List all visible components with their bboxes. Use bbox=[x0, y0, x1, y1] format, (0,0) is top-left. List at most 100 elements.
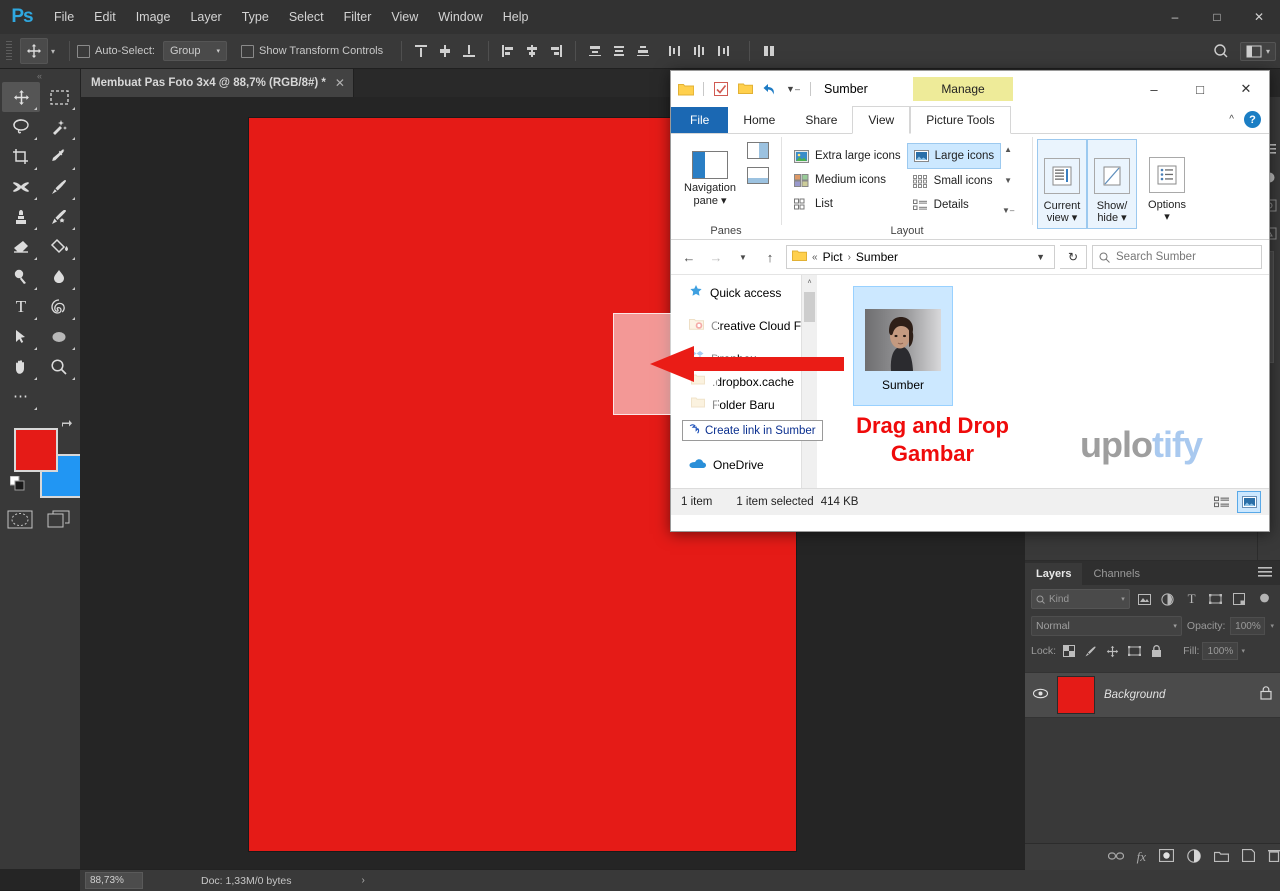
chevron-down-icon[interactable]: ▼ bbox=[1036, 252, 1049, 262]
search-icon[interactable] bbox=[1206, 38, 1236, 64]
show-hide-button[interactable]: Show/ hide ▾ bbox=[1087, 139, 1137, 229]
menu-help[interactable]: Help bbox=[493, 0, 539, 34]
fill-value[interactable]: 100% bbox=[1202, 642, 1239, 660]
ribbon-tab-view[interactable]: View bbox=[852, 106, 911, 134]
layout-large-icons[interactable]: Large icons bbox=[906, 143, 1002, 169]
explorer-maximize-button[interactable]: □ bbox=[1177, 71, 1223, 107]
zoom-level-field[interactable]: 88,73% bbox=[85, 872, 143, 889]
distribute-top-edges-icon[interactable] bbox=[584, 40, 606, 62]
layout-details[interactable]: Details bbox=[907, 193, 1001, 217]
distribute-horizontal-centers-icon[interactable] bbox=[688, 40, 710, 62]
auto-select-checkbox[interactable] bbox=[77, 44, 91, 58]
chevron-up-icon[interactable]: ^ bbox=[1229, 114, 1234, 125]
back-arrow-icon[interactable]: ← bbox=[678, 246, 700, 268]
new-layer-icon[interactable] bbox=[1241, 848, 1256, 865]
ribbon-tab-picture-tools[interactable]: Picture Tools bbox=[910, 106, 1011, 134]
nav-item-quick-access[interactable]: Quick access bbox=[671, 281, 817, 304]
navigation-pane-scrollbar[interactable]: ˄ ˅ bbox=[801, 275, 817, 515]
menu-window[interactable]: Window bbox=[428, 0, 492, 34]
scroll-up-icon[interactable]: ˄ bbox=[802, 275, 817, 290]
align-bottom-edges-icon[interactable] bbox=[458, 40, 480, 62]
lock-transparent-pixels-icon[interactable] bbox=[1059, 642, 1078, 660]
nav-item-onedrive[interactable]: OneDrive bbox=[671, 453, 817, 476]
undo-icon[interactable] bbox=[760, 80, 778, 98]
link-layers-icon[interactable] bbox=[1107, 850, 1124, 864]
current-view-button[interactable]: Current view ▾ bbox=[1037, 139, 1087, 229]
large-icons-view-icon[interactable] bbox=[1237, 491, 1261, 513]
navigation-pane-button[interactable]: Navigation pane ▾ bbox=[676, 139, 744, 219]
opacity-value[interactable]: 100% bbox=[1230, 617, 1266, 635]
distribute-left-edges-icon[interactable] bbox=[664, 40, 686, 62]
screen-mode-icon[interactable] bbox=[47, 510, 73, 534]
lock-icon[interactable] bbox=[1260, 685, 1272, 705]
move-tool[interactable] bbox=[2, 82, 40, 112]
zoom-tool[interactable] bbox=[40, 352, 78, 382]
layer-style-fx-icon[interactable]: fx bbox=[1137, 849, 1146, 865]
layer-name[interactable]: Background bbox=[1104, 689, 1251, 701]
align-left-edges-icon[interactable] bbox=[497, 40, 519, 62]
lock-all-icon[interactable] bbox=[1147, 642, 1166, 660]
edit-toolbar-more[interactable]: ⋯ bbox=[2, 382, 40, 412]
fill-slider-chevron-icon[interactable]: ▾ bbox=[1241, 647, 1245, 655]
blend-mode-dropdown[interactable]: Normal ▾ bbox=[1031, 616, 1182, 636]
healing-brush-tool[interactable] bbox=[2, 172, 40, 202]
path-selection-tool[interactable] bbox=[2, 322, 40, 352]
eraser-tool[interactable] bbox=[2, 232, 40, 262]
new-folder-icon[interactable] bbox=[736, 80, 754, 98]
layout-extra-large-icons[interactable]: Extra large icons bbox=[788, 144, 907, 168]
menu-type[interactable]: Type bbox=[232, 0, 279, 34]
dodge-tool[interactable] bbox=[2, 262, 40, 292]
menu-select[interactable]: Select bbox=[279, 0, 334, 34]
options-button[interactable]: Options ▾ bbox=[1141, 139, 1193, 227]
align-right-edges-icon[interactable] bbox=[545, 40, 567, 62]
rectangular-marquee-tool[interactable] bbox=[40, 82, 78, 112]
filter-smart-object-icon[interactable] bbox=[1230, 590, 1249, 608]
new-adjustment-layer-icon[interactable] bbox=[1187, 848, 1201, 866]
toolbox-collapse-icon[interactable]: « bbox=[0, 69, 80, 82]
ribbon-tab-share[interactable]: Share bbox=[790, 107, 852, 133]
gallery-scroll-down-icon[interactable]: ▼ bbox=[1004, 176, 1012, 185]
details-view-icon[interactable] bbox=[1211, 492, 1233, 512]
quick-mask-mode-icon[interactable] bbox=[7, 510, 33, 534]
menu-edit[interactable]: Edit bbox=[84, 0, 126, 34]
preview-pane-icon[interactable] bbox=[747, 142, 769, 162]
lock-position-icon[interactable] bbox=[1103, 642, 1122, 660]
filter-shape-icon[interactable] bbox=[1206, 590, 1225, 608]
file-item-sumber[interactable]: Sumber bbox=[853, 286, 953, 406]
default-colors-icon[interactable] bbox=[9, 475, 25, 496]
layer-thumbnail[interactable] bbox=[1057, 676, 1095, 714]
auto-align-layers-icon[interactable] bbox=[758, 40, 780, 62]
menu-image[interactable]: Image bbox=[126, 0, 181, 34]
breadcrumb-item-pict[interactable]: Pict bbox=[823, 250, 843, 264]
layer-row-background[interactable]: Background bbox=[1025, 672, 1280, 718]
maximize-button[interactable]: □ bbox=[1196, 0, 1238, 34]
up-arrow-icon[interactable]: ↑ bbox=[759, 246, 781, 268]
minimize-button[interactable]: – bbox=[1154, 0, 1196, 34]
lock-artboard-icon[interactable] bbox=[1125, 642, 1144, 660]
layout-medium-icons[interactable]: Medium icons bbox=[788, 168, 907, 192]
history-brush-tool[interactable] bbox=[40, 202, 78, 232]
refresh-icon[interactable]: ↻ bbox=[1060, 245, 1087, 269]
ellipse-tool[interactable] bbox=[40, 322, 78, 352]
quick-selection-tool[interactable] bbox=[40, 112, 78, 142]
distribute-bottom-edges-icon[interactable] bbox=[632, 40, 654, 62]
close-button[interactable]: ✕ bbox=[1238, 0, 1280, 34]
breadcrumb-item-sumber[interactable]: Sumber bbox=[856, 250, 898, 264]
crop-tool[interactable] bbox=[2, 142, 40, 172]
recent-locations-icon[interactable]: ▼ bbox=[732, 246, 754, 268]
brush-tool[interactable] bbox=[40, 172, 78, 202]
document-tab-close-icon[interactable]: ✕ bbox=[335, 76, 345, 90]
tab-channels[interactable]: Channels bbox=[1082, 563, 1150, 585]
scrollbar-thumb[interactable] bbox=[804, 292, 815, 322]
move-tool-icon[interactable] bbox=[20, 38, 48, 64]
distribute-vertical-centers-icon[interactable] bbox=[608, 40, 630, 62]
search-input[interactable]: Search Sumber bbox=[1092, 245, 1262, 269]
menu-layer[interactable]: Layer bbox=[180, 0, 231, 34]
ribbon-tab-home[interactable]: Home bbox=[728, 107, 790, 133]
distribute-right-edges-icon[interactable] bbox=[712, 40, 734, 62]
align-vertical-centers-icon[interactable] bbox=[434, 40, 456, 62]
properties-checkbox-icon[interactable] bbox=[712, 80, 730, 98]
menu-view[interactable]: View bbox=[381, 0, 428, 34]
explorer-file-list[interactable]: Sumber bbox=[817, 275, 1269, 515]
layout-small-icons[interactable]: Small icons bbox=[907, 169, 1001, 193]
